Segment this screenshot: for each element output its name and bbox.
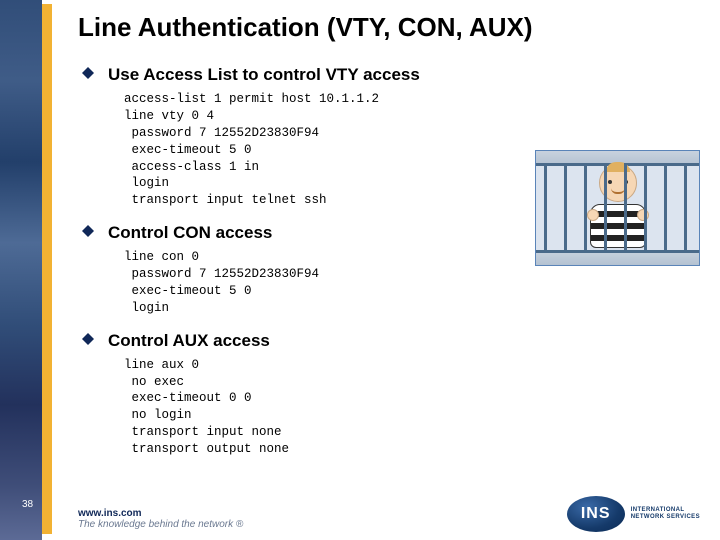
slide: 38 Line Authentication (VTY, CON, AUX) U… xyxy=(0,0,720,540)
page-title: Line Authentication (VTY, CON, AUX) xyxy=(78,12,700,43)
bullet-icon xyxy=(82,61,94,73)
bullet-icon xyxy=(82,327,94,339)
bullet-row: Use Access List to control VTY access xyxy=(78,65,700,85)
logo-line1: INTERNATIONAL xyxy=(631,507,700,514)
sidebar-image-strip xyxy=(0,0,42,540)
content-area: Line Authentication (VTY, CON, AUX) Use … xyxy=(60,0,720,540)
slide-number: 38 xyxy=(22,499,33,510)
footer: www.ins.com The knowledge behind the net… xyxy=(78,508,243,530)
bullet-heading: Control AUX access xyxy=(108,331,270,351)
footer-tagline: The knowledge behind the network ® xyxy=(78,519,243,530)
bullet-icon xyxy=(82,219,94,231)
sidebar-gold-bar xyxy=(42,4,52,534)
bullet-heading: Use Access List to control VTY access xyxy=(108,65,420,85)
bullet-heading: Control CON access xyxy=(108,223,272,243)
bullet-row: Control AUX access xyxy=(78,331,700,351)
logo-line2: NETWORK SERVICES xyxy=(631,514,700,521)
code-block-aux: line aux 0 no exec exec-timeout 0 0 no l… xyxy=(124,357,700,458)
footer-url: www.ins.com xyxy=(78,508,243,519)
jail-cartoon xyxy=(535,150,700,266)
logo-oval-icon: INS xyxy=(567,496,625,532)
sidebar xyxy=(0,0,60,540)
logo-abbr: INS xyxy=(581,505,611,523)
logo-text: INTERNATIONAL NETWORK SERVICES xyxy=(631,507,700,520)
ins-logo: INS INTERNATIONAL NETWORK SERVICES xyxy=(567,496,700,532)
